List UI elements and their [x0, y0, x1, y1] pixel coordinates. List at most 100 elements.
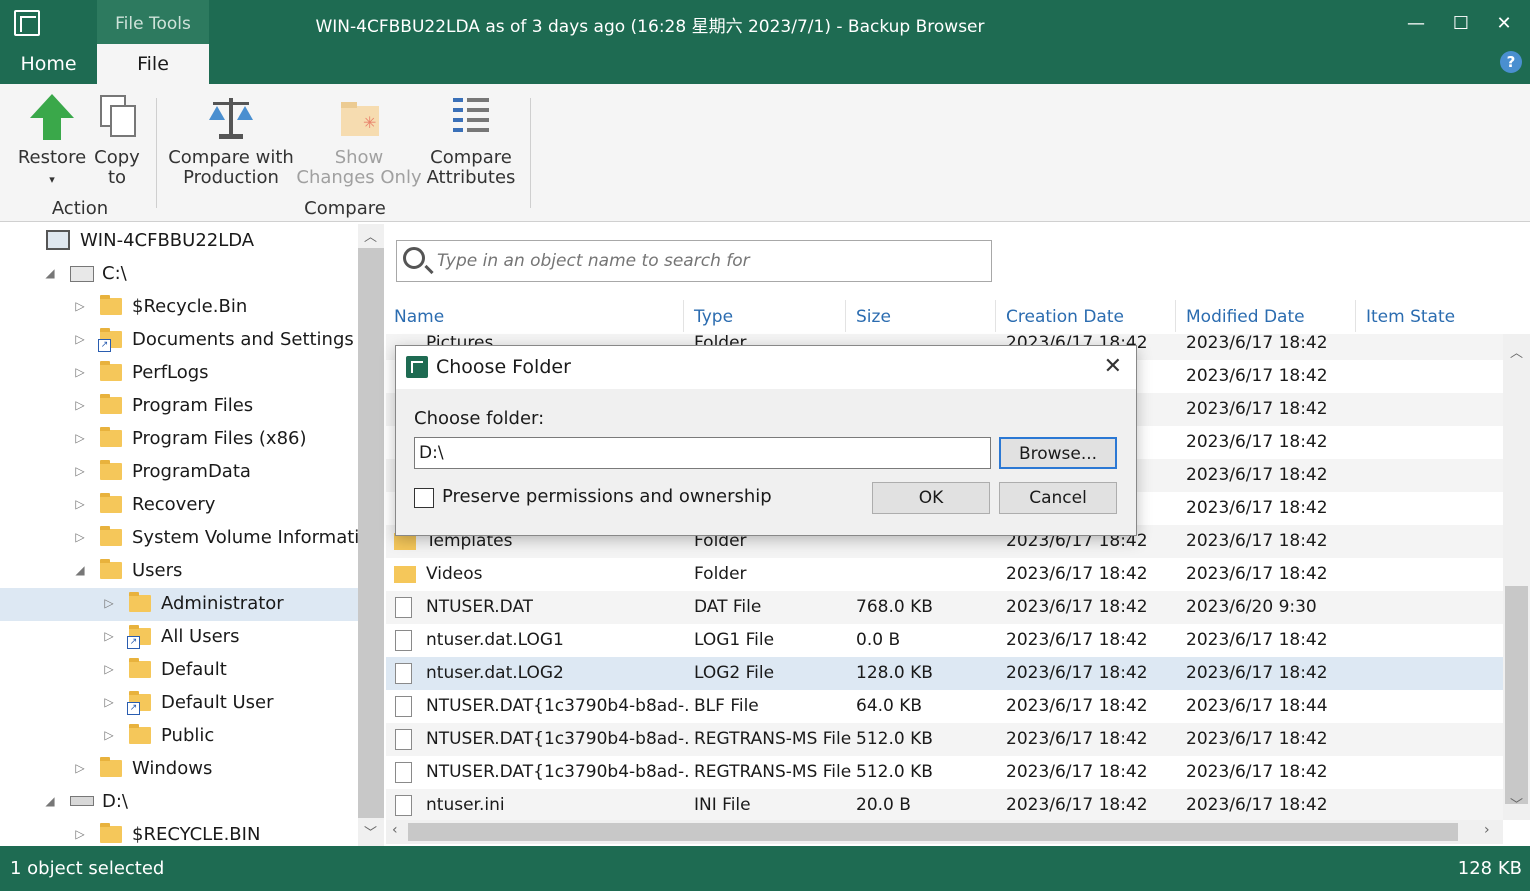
dialog-close-icon[interactable]: ✕ [1104, 354, 1122, 379]
tree-node-default-user[interactable]: ▷Default User [104, 686, 274, 719]
expand-arrow-icon[interactable]: ▷ [70, 455, 90, 488]
expand-arrow-icon[interactable]: ▷ [70, 752, 90, 785]
expand-arrow-icon[interactable]: ▷ [99, 719, 119, 752]
cell-created: 2023/6/17 18:42 [1006, 729, 1148, 749]
browse-button[interactable]: Browse... [999, 437, 1117, 469]
cell-modified: 2023/6/17 18:42 [1186, 762, 1328, 782]
column-divider[interactable] [995, 300, 996, 332]
expand-arrow-icon[interactable]: ▷ [70, 422, 90, 455]
tree-node-d-drive[interactable]: ◢ D:\ [45, 785, 128, 818]
cell-size: 20.0 B [856, 795, 911, 815]
tree-node-administrator[interactable]: ▷ Administrator [104, 587, 284, 620]
collapse-arrow-icon[interactable]: ◢ [40, 785, 60, 818]
compare-attributes-button[interactable]: Compare Attributes [424, 92, 518, 188]
scroll-left-icon[interactable]: ‹ [392, 822, 398, 838]
tree-node-default[interactable]: ▷ Default [104, 653, 227, 686]
tree-label: $RECYCLE.BIN [132, 824, 261, 845]
tree-node-users[interactable]: ◢ Users [75, 554, 182, 587]
minimize-button[interactable]: — [1396, 10, 1436, 38]
scroll-right-icon[interactable]: › [1484, 822, 1490, 838]
cell-name: Videos [426, 564, 483, 584]
tree-node-program-files-x86[interactable]: ▷ Program Files (x86) [75, 422, 307, 455]
tree-node-documents-and-settings[interactable]: ▷Documents and Settings [75, 323, 354, 356]
tab-home[interactable]: Home [0, 44, 97, 84]
column-header-modified-date[interactable]: Modified Date [1186, 300, 1305, 334]
collapse-arrow-icon[interactable]: ◢ [40, 257, 60, 290]
cell-name: ntuser.ini [426, 795, 505, 815]
cell-created: 2023/6/17 18:42 [1006, 597, 1148, 617]
table-row[interactable] [386, 558, 1503, 591]
expand-arrow-icon[interactable]: ▷ [70, 389, 90, 422]
file-list-horizontal-scrollbar[interactable]: ‹ › [386, 820, 1503, 844]
folder-icon [100, 823, 122, 843]
compare-with-production-button[interactable]: Compare with Production [166, 92, 296, 188]
expand-arrow-icon[interactable]: ▷ [70, 488, 90, 521]
tree-node-programdata[interactable]: ▷ ProgramData [75, 455, 251, 488]
folder-icon [100, 295, 122, 315]
expand-arrow-icon[interactable]: ▷ [70, 521, 90, 554]
file-icon [395, 597, 412, 618]
copy-to-button[interactable]: Copy to [88, 92, 146, 188]
expand-arrow-icon[interactable]: ▷ [99, 620, 119, 653]
ok-button[interactable]: OK [872, 482, 990, 514]
compare-production-label-line1: Compare with [168, 147, 294, 168]
column-header-creation-date[interactable]: Creation Date [1006, 300, 1124, 334]
tree-label: Default [161, 659, 227, 680]
expand-arrow-icon[interactable]: ▷ [99, 653, 119, 686]
search-box[interactable] [396, 240, 992, 282]
tree-node-d-recycle-bin[interactable]: ▷ $RECYCLE.BIN [75, 818, 261, 846]
column-divider[interactable] [1355, 300, 1356, 332]
expand-arrow-icon[interactable]: ▷ [99, 587, 119, 620]
dialog-title: Choose Folder [436, 356, 571, 378]
column-divider[interactable] [845, 300, 846, 332]
close-window-button[interactable]: ✕ [1484, 10, 1524, 38]
folder-path-field[interactable]: D:\ [414, 437, 991, 469]
tree-node-all-users[interactable]: ▷All Users [104, 620, 239, 653]
maximize-button[interactable]: ☐ [1441, 10, 1481, 38]
preserve-permissions-label[interactable]: Preserve permissions and ownership [442, 486, 772, 507]
tree-scrollbar-thumb[interactable] [358, 248, 384, 818]
tree-node-public[interactable]: ▷ Public [104, 719, 215, 752]
expand-arrow-icon[interactable]: ▷ [70, 323, 90, 356]
preserve-permissions-checkbox[interactable] [414, 488, 434, 508]
tree-node-server[interactable]: WIN-4CFBBU22LDA [46, 224, 254, 257]
cell-created: 2023/6/17 18:42 [1006, 762, 1148, 782]
file-list-vertical-scrollbar[interactable]: ︿ ﹀ [1503, 334, 1530, 820]
column-header-size[interactable]: Size [856, 300, 891, 334]
cancel-button[interactable]: Cancel [999, 482, 1117, 514]
expand-arrow-icon[interactable]: ▷ [99, 686, 119, 719]
scroll-up-icon[interactable]: ︿ [364, 226, 377, 245]
tree-node-windows[interactable]: ▷ Windows [75, 752, 212, 785]
scroll-down-icon[interactable]: ﹀ [1510, 794, 1523, 813]
table-row[interactable] [386, 789, 1503, 820]
horizontal-scrollbar-thumb[interactable] [408, 823, 1458, 841]
tree-node-c-drive[interactable]: ◢ C:\ [45, 257, 126, 290]
column-header-type[interactable]: Type [694, 300, 733, 334]
restore-button[interactable]: Restore ▾ [16, 92, 88, 190]
show-changes-only-button[interactable]: ✳ Show Changes Only [296, 92, 422, 188]
tree-node-perflogs[interactable]: ▷ PerfLogs [75, 356, 209, 389]
table-row[interactable] [386, 591, 1503, 624]
tree-label: Public [161, 725, 215, 746]
cell-created: 2023/6/17 18:42 [1006, 663, 1148, 683]
expand-arrow-icon[interactable]: ▷ [70, 356, 90, 389]
column-header-item-state[interactable]: Item State [1366, 300, 1455, 334]
help-icon[interactable]: ? [1500, 51, 1522, 73]
expand-arrow-icon[interactable]: ▷ [70, 290, 90, 323]
tree-scrollbar[interactable]: ︿ ﹀ [358, 224, 384, 846]
collapse-arrow-icon[interactable]: ◢ [70, 554, 90, 587]
expand-arrow-icon[interactable]: ▷ [70, 818, 90, 846]
column-header-name[interactable]: Name [394, 300, 444, 334]
tab-file[interactable]: File [97, 44, 209, 84]
search-input[interactable] [437, 247, 977, 275]
scroll-up-icon[interactable]: ︿ [1510, 342, 1523, 361]
column-divider[interactable] [683, 300, 684, 332]
tree-node-recycle-bin[interactable]: ▷ $Recycle.Bin [75, 290, 247, 323]
tree-node-system-volume-information[interactable]: ▷ System Volume Information [75, 521, 382, 554]
vertical-scrollbar-thumb[interactable] [1505, 586, 1528, 804]
cell-type: LOG1 File [694, 630, 775, 650]
column-divider[interactable] [1175, 300, 1176, 332]
tree-node-recovery[interactable]: ▷ Recovery [75, 488, 215, 521]
scroll-down-icon[interactable]: ﹀ [364, 822, 377, 841]
tree-node-program-files[interactable]: ▷ Program Files [75, 389, 253, 422]
